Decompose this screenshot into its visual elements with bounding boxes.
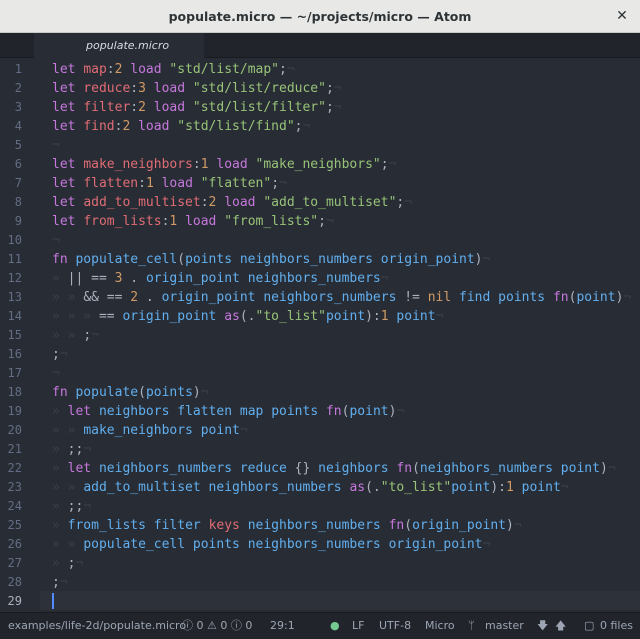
line-number: 11 — [7, 252, 22, 266]
code-line-22[interactable]: » let neighbors_numbers reduce {} neighb… — [52, 459, 616, 478]
code-line-26[interactable]: » » populate_cell points neighbors_numbe… — [52, 535, 490, 554]
line-ending[interactable]: LF — [352, 613, 364, 639]
git-branch[interactable]: master — [485, 613, 524, 639]
line-number: 19 — [7, 404, 22, 418]
code-line-20[interactable]: » » make_neighbors point¬ — [52, 421, 248, 440]
code-line-5[interactable]: ¬ — [52, 136, 60, 155]
line-number: 29 — [7, 594, 22, 608]
info-icon: ⓘ — [230, 619, 242, 632]
code-line-11[interactable]: fn populate_cell(points neighbors_number… — [52, 250, 490, 269]
code-line-14[interactable]: » » » == origin_point as(."to_list"point… — [52, 307, 443, 326]
title-bar: populate.micro — ~/projects/micro — Atom… — [0, 0, 640, 33]
code-line-28[interactable]: ;¬ — [52, 573, 68, 592]
text-cursor — [52, 593, 54, 609]
code-line-15[interactable]: » » ;¬ — [52, 326, 99, 345]
code-line-1[interactable]: let map:2 load "std/list/map";¬ — [52, 60, 295, 79]
status-dot-icon: ● — [330, 619, 340, 632]
code-line-12[interactable]: » || == 3 . origin_point neighbors_numbe… — [52, 269, 389, 288]
code-line-24[interactable]: » ;;¬ — [52, 497, 91, 516]
line-number: 6 — [14, 157, 22, 171]
line-number: 3 — [14, 100, 22, 114]
code-line-7[interactable]: let flatten:1 load "flatten";¬ — [52, 174, 287, 193]
code-line-6[interactable]: let make_neighbors:1 load "make_neighbor… — [52, 155, 396, 174]
line-number: 8 — [14, 195, 22, 209]
code-editor[interactable]: 1 2 3 4 5 6 7 8 9 10 11 12 13 14 15 16 17 18 19 20 21 22 23 24 2… — [0, 59, 640, 612]
status-bar: examples/life-2d/populate.micro ⓘ 0 ⚠ 0 … — [0, 612, 640, 639]
line-number: 4 — [14, 119, 22, 133]
line-number: 13 — [7, 290, 22, 304]
code-line-16[interactable]: ;¬ — [52, 345, 68, 364]
line-number: 24 — [7, 499, 22, 513]
line-number: 17 — [7, 366, 22, 380]
git-branch-icon: ᛘ — [468, 619, 475, 632]
code-line-21[interactable]: » ;;¬ — [52, 440, 91, 459]
close-icon[interactable]: ✕ — [614, 8, 630, 24]
arrow-up-icon[interactable]: 🡅 — [555, 613, 566, 639]
code-line-3[interactable]: let filter:2 load "std/list/filter";¬ — [52, 98, 342, 117]
code-line-18[interactable]: fn populate(points)¬ — [52, 383, 209, 402]
line-number: 1 — [14, 62, 22, 76]
error-count: 0 — [196, 619, 204, 632]
line-number-gutter: 1 2 3 4 5 6 7 8 9 10 11 12 13 14 15 16 17 18 19 20 21 22 23 24 2… — [0, 59, 40, 612]
line-number: 26 — [7, 537, 22, 551]
line-number: 21 — [7, 442, 22, 456]
line-number: 22 — [7, 461, 22, 475]
line-number: 20 — [7, 423, 22, 437]
line-number: 5 — [14, 138, 22, 152]
line-number: 7 — [14, 176, 22, 190]
line-number: 16 — [7, 347, 22, 361]
warning-count: 0 — [220, 619, 228, 632]
grammar[interactable]: Micro — [425, 613, 455, 639]
code-line-10[interactable]: ¬ — [52, 231, 60, 250]
info-count: 0 — [245, 619, 253, 632]
code-line-17[interactable]: ¬ — [52, 364, 60, 383]
cursor-position[interactable]: 29:1 — [270, 613, 295, 639]
code-line-8[interactable]: let add_to_multiset:2 load "add_to_multi… — [52, 193, 412, 212]
file-path[interactable]: examples/life-2d/populate.micro — [8, 613, 186, 639]
tab-bar: populate.micro — [0, 33, 640, 58]
code-line-2[interactable]: let reduce:3 load "std/list/reduce";¬ — [52, 79, 342, 98]
line-number: 23 — [7, 480, 22, 494]
files-icon: ▢ — [584, 619, 595, 632]
code-line-13[interactable]: » » && == 2 . origin_point neighbors_num… — [52, 288, 631, 307]
code-line-19[interactable]: » let neighbors flatten map points fn(po… — [52, 402, 404, 421]
code-line-23[interactable]: » » add_to_multiset neighbors_numbers as… — [52, 478, 569, 497]
warning-icon: ⚠ — [207, 619, 217, 632]
arrow-down-icon[interactable]: 🡇 — [537, 613, 548, 639]
error-icon: ⓘ — [182, 619, 193, 632]
line-number: 28 — [7, 575, 22, 589]
linter-summary[interactable]: ⓘ 0 ⚠ 0 ⓘ 0 — [182, 613, 252, 639]
code-line-4[interactable]: let find:2 load "std/list/find";¬ — [52, 117, 310, 136]
line-number: 15 — [7, 328, 22, 342]
tab-populate-micro[interactable]: populate.micro — [34, 33, 204, 58]
active-line-highlight — [40, 591, 640, 610]
line-number: 14 — [7, 309, 22, 323]
line-number: 27 — [7, 556, 22, 570]
line-number: 10 — [7, 233, 22, 247]
window-title: populate.micro — ~/projects/micro — Atom — [168, 9, 472, 24]
code-line-9[interactable]: let from_lists:1 load "from_lists";¬ — [52, 212, 334, 231]
line-number: 12 — [7, 271, 22, 285]
line-number: 2 — [14, 81, 22, 95]
line-number: 25 — [7, 518, 22, 532]
line-number: 9 — [14, 214, 22, 228]
file-count[interactable]: 0 files — [600, 613, 633, 639]
code-line-27[interactable]: » ;¬ — [52, 554, 83, 573]
code-line-25[interactable]: » from_lists filter keys neighbors_numbe… — [52, 516, 522, 535]
encoding[interactable]: UTF-8 — [379, 613, 411, 639]
line-number: 18 — [7, 385, 22, 399]
